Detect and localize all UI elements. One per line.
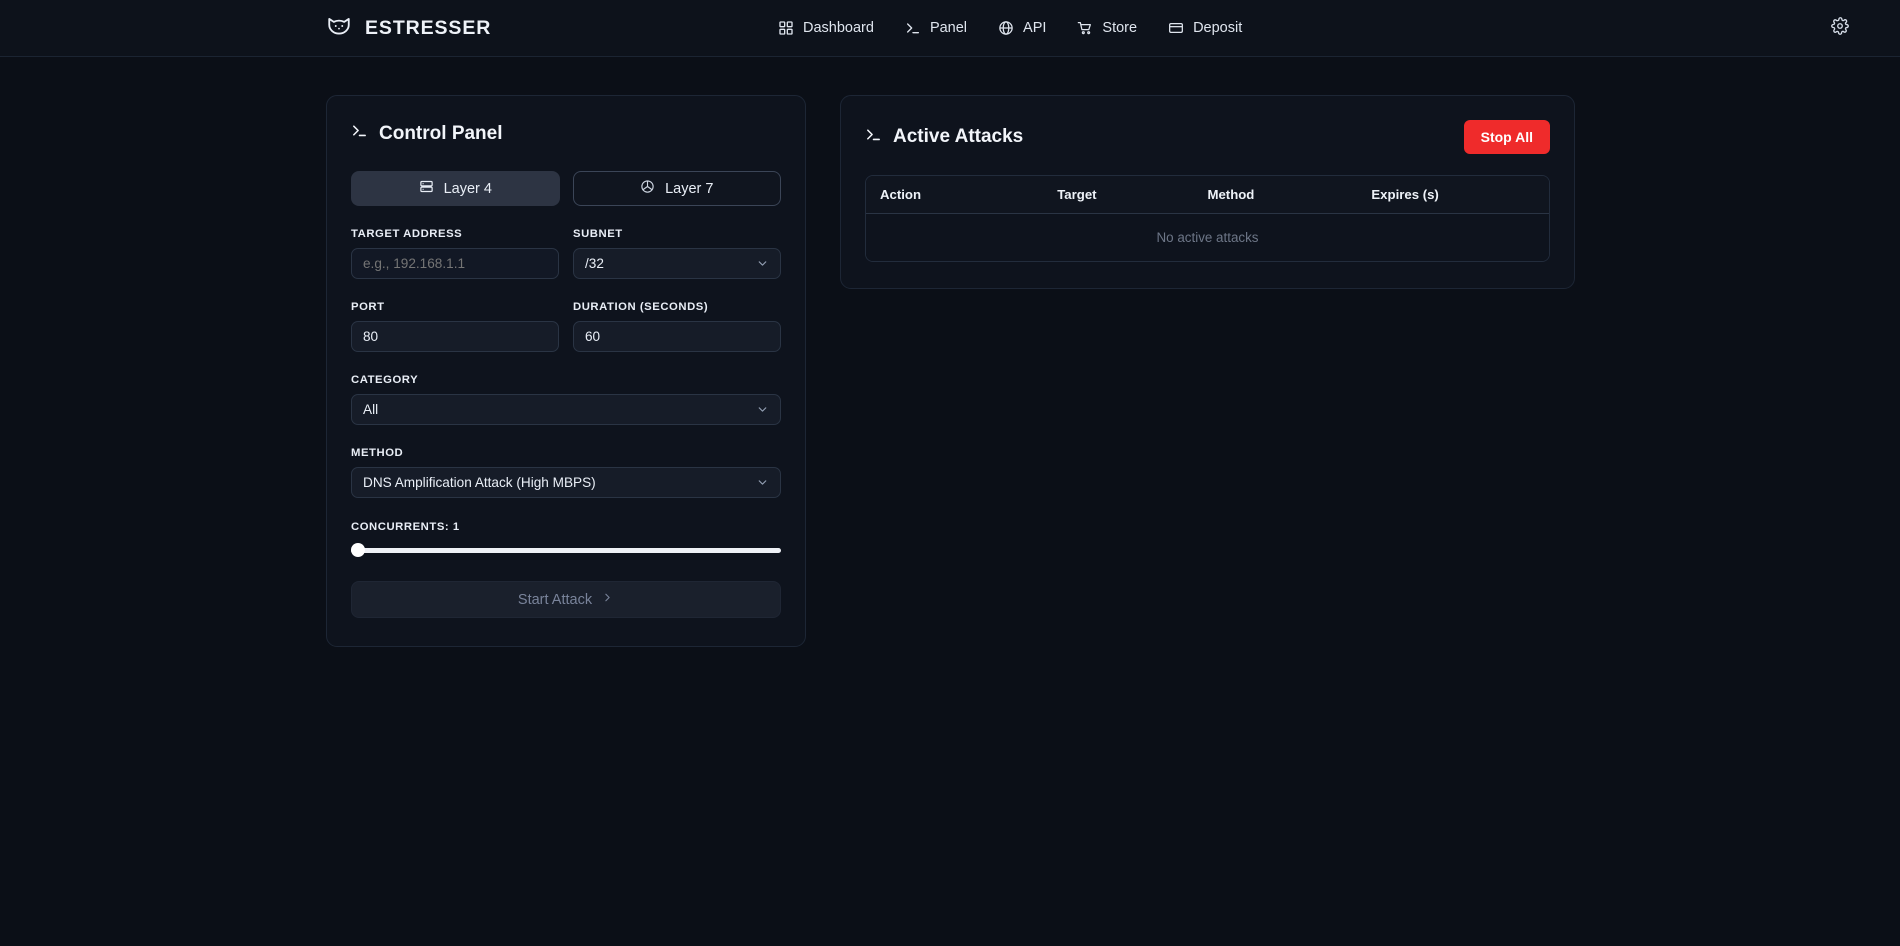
nav-item-label: API <box>1023 20 1047 36</box>
method-label: METHOD <box>351 447 404 459</box>
table-body: No active attacks <box>866 213 1549 261</box>
nav-item-store[interactable]: Store <box>1077 20 1137 36</box>
duration-field: DURATION (SECONDS) <box>573 301 781 352</box>
control-panel-title-text: Control Panel <box>379 122 503 144</box>
stop-all-button[interactable]: Stop All <box>1463 120 1550 154</box>
nav-item-label: Store <box>1102 20 1138 36</box>
method-value: DNS Amplification Attack (High MBPS) <box>363 475 596 490</box>
target-address-input[interactable] <box>351 248 559 279</box>
port-input[interactable] <box>351 321 559 352</box>
chevron-down-icon <box>756 403 769 416</box>
grid-icon <box>778 20 794 36</box>
active-attacks-header: Active Attacks Stop All <box>865 120 1550 154</box>
column-header-method: Method <box>1207 176 1372 214</box>
slider-track <box>351 547 781 553</box>
start-attack-button[interactable]: Start Attack <box>351 581 781 618</box>
nav-item-label: Dashboard <box>803 20 874 36</box>
category-field: CATEGORY All <box>351 374 781 425</box>
nav-item-label: Deposit <box>1193 20 1243 36</box>
active-attacks-title: Active Attacks <box>865 126 1023 149</box>
tab-layer-4-label: Layer 4 <box>443 180 492 197</box>
chevron-right-icon <box>601 591 614 608</box>
category-label: CATEGORY <box>351 374 419 386</box>
nav-item-dashboard[interactable]: Dashboard <box>778 20 874 36</box>
layer-tabs: Layer 4 Layer 7 <box>351 171 781 206</box>
terminal-icon <box>351 122 368 145</box>
nav-item-deposit[interactable]: Deposit <box>1168 20 1242 36</box>
category-value: All <box>363 402 379 417</box>
terminal-icon <box>865 126 882 149</box>
active-attacks-title-text: Active Attacks <box>893 126 1024 147</box>
duration-input[interactable] <box>573 321 781 352</box>
gear-icon <box>1831 16 1849 40</box>
subnet-value: /32 <box>585 256 604 271</box>
port-label: PORT <box>351 301 385 313</box>
subnet-select[interactable]: /32 <box>573 248 781 279</box>
tab-layer-7-label: Layer 7 <box>665 180 714 197</box>
column-header-expires: Expires (s) <box>1371 176 1549 214</box>
active-attacks-card: Active Attacks Stop All Action Target Me… <box>840 95 1575 289</box>
tab-layer-7[interactable]: Layer 7 <box>572 171 781 206</box>
tab-layer-4[interactable]: Layer 4 <box>351 171 560 206</box>
chevron-down-icon <box>756 476 769 489</box>
active-attacks-table: Action Target Method Expires (s) No acti… <box>866 176 1549 261</box>
subnet-field: SUBNET /32 <box>573 228 781 279</box>
terminal-icon <box>905 20 921 36</box>
duration-label: DURATION (SECONDS) <box>573 301 709 313</box>
port-field: PORT <box>351 301 559 352</box>
brand-logo[interactable]: ESTRESSER <box>326 13 491 44</box>
globe-icon <box>640 179 655 198</box>
globe-icon <box>998 20 1014 36</box>
category-select[interactable]: All <box>351 394 781 425</box>
page-content: Control Panel Layer 4 Layer 7 TARGET ADD… <box>0 57 1900 647</box>
table-head: Action Target Method Expires (s) <box>866 176 1549 214</box>
concurrents-slider[interactable] <box>351 542 781 558</box>
table-empty-row: No active attacks <box>866 213 1549 261</box>
nav-item-label: Panel <box>929 20 968 36</box>
credit-card-icon <box>1168 20 1184 36</box>
shopping-cart-icon <box>1077 20 1093 36</box>
target-subnet-row: TARGET ADDRESS SUBNET /32 <box>351 228 781 279</box>
control-panel-card: Control Panel Layer 4 Layer 7 TARGET ADD… <box>326 95 806 647</box>
brand-name: ESTRESSER <box>365 16 492 39</box>
active-attacks-table-wrapper: Action Target Method Expires (s) No acti… <box>865 175 1550 262</box>
column-header-target: Target <box>1057 176 1208 214</box>
method-select[interactable]: DNS Amplification Attack (High MBPS) <box>351 467 781 498</box>
start-attack-label: Start Attack <box>517 591 593 608</box>
subnet-label: SUBNET <box>573 228 623 240</box>
top-navigation-bar: ESTRESSER Dashboard Panel API Store Depo… <box>0 0 1900 57</box>
target-address-field: TARGET ADDRESS <box>351 228 559 279</box>
control-panel-title: Control Panel <box>351 122 781 145</box>
slider-thumb[interactable] <box>351 543 365 557</box>
server-icon <box>419 179 434 198</box>
nav-item-api[interactable]: API <box>998 20 1046 36</box>
empty-state-message: No active attacks <box>866 213 1549 261</box>
concurrents-label: CONCURRENTS: 1 <box>351 521 460 533</box>
method-field: METHOD DNS Amplification Attack (High MB… <box>351 447 781 498</box>
column-header-action: Action <box>866 176 1058 214</box>
target-address-label: TARGET ADDRESS <box>351 228 463 240</box>
cat-head-icon <box>326 13 352 44</box>
nav-links: Dashboard Panel API Store Deposit <box>778 20 1242 36</box>
chevron-down-icon <box>756 257 769 270</box>
table-header-row: Action Target Method Expires (s) <box>866 176 1549 214</box>
nav-item-panel[interactable]: Panel <box>905 20 967 36</box>
port-duration-row: PORT DURATION (SECONDS) <box>351 301 781 352</box>
settings-button[interactable] <box>1827 15 1853 41</box>
